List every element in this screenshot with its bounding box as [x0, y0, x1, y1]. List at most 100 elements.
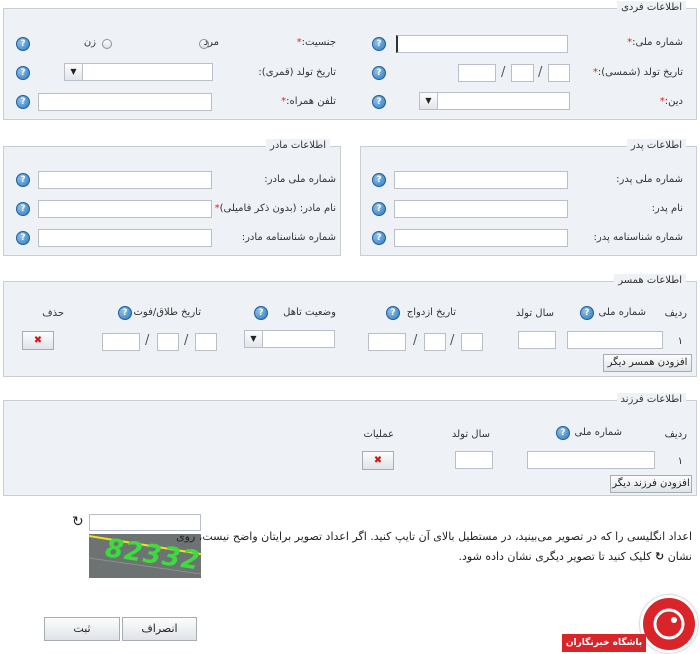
children-col-row: ردیف	[664, 429, 687, 440]
spouse-col-marital-status: وضعیت تاهل	[283, 307, 336, 318]
father-info-legend: اطلاعات پدر	[626, 139, 686, 153]
children-col-actions: عملیات	[363, 429, 394, 440]
help-icon-spouse-national-id[interactable]: ?	[580, 306, 594, 320]
date-separator: /	[184, 333, 189, 348]
help-icon-spouse-marriage-date[interactable]: ?	[386, 306, 400, 320]
mother-name-label: نام مادر: (بدون ذکر فامیلی)*	[214, 203, 336, 214]
help-icon-father-id-card[interactable]: ?	[372, 231, 386, 245]
gender-female-label: زن	[83, 37, 96, 48]
logo-mark-icon	[653, 608, 685, 640]
refresh-icon[interactable]: ↻	[72, 513, 84, 531]
spouse-info-section: اطلاعات همسر	[3, 274, 697, 377]
date-separator: /	[145, 333, 150, 348]
mobile-input[interactable]	[38, 93, 212, 111]
birth-lunar-label: تاریخ تولد (قمری):	[258, 67, 336, 78]
spouse-info-legend: اطلاعات همسر	[614, 274, 686, 288]
mother-name-input[interactable]	[38, 200, 212, 218]
spouse-col-divorce-date: تاریخ طلاق/فوت	[133, 307, 202, 318]
watermark-logo	[640, 595, 698, 653]
religion-label: دین:*	[659, 96, 683, 107]
help-icon-national-id[interactable]: ?	[372, 37, 386, 51]
spouse-row-number: ۱	[677, 336, 683, 347]
children-info-legend: اطلاعات فرزند	[616, 393, 686, 407]
gender-label: جنسیت:*	[296, 37, 336, 48]
spouse-divorce-month-input[interactable]	[157, 333, 179, 351]
help-icon-father-national-id[interactable]: ?	[372, 173, 386, 187]
spouse-col-national-id: شماره ملی	[598, 307, 646, 318]
date-separator: /	[450, 333, 455, 348]
children-national-id-input[interactable]	[527, 451, 655, 469]
spouse-marriage-day-input[interactable]	[461, 333, 483, 351]
help-icon-religion[interactable]: ?	[372, 95, 386, 109]
spouse-divorce-year-input[interactable]	[102, 333, 140, 351]
personal-info-legend: اطلاعات فردی	[617, 1, 686, 15]
help-icon-children-national-id[interactable]: ?	[556, 426, 570, 440]
help-icon-spouse-marital-status[interactable]: ?	[254, 306, 268, 320]
chevron-down-icon: ▼	[420, 93, 438, 109]
spouse-marriage-year-input[interactable]	[368, 333, 406, 351]
chevron-down-icon: ▼	[245, 331, 263, 347]
gender-male-label: مرد	[203, 37, 219, 48]
children-col-birth-year: سال تولد	[451, 429, 490, 440]
help-icon-father-name[interactable]: ?	[372, 202, 386, 216]
mother-national-id-label: شماره ملی مادر:	[264, 174, 336, 185]
watermark-text: باشگاه خبرنگاران	[565, 638, 643, 648]
spouse-delete-button[interactable]: ✖	[22, 331, 54, 350]
mother-id-card-input[interactable]	[38, 229, 212, 247]
mobile-label: تلفن همراه:*	[281, 96, 336, 107]
refresh-icon[interactable]: ↻	[655, 550, 664, 563]
captcha-instruction-line1: اعداد انگلیسی را که در تصویر می‌بینید، د…	[176, 530, 692, 543]
watermark-banner: باشگاه خبرنگاران	[562, 634, 646, 652]
birth-lunar-select[interactable]: ▼	[64, 63, 213, 81]
help-icon-gender[interactable]: ?	[16, 37, 30, 51]
mother-national-id-input[interactable]	[38, 171, 212, 189]
spouse-marriage-month-input[interactable]	[424, 333, 446, 351]
father-id-card-input[interactable]	[394, 229, 568, 247]
help-icon-mother-name[interactable]: ?	[16, 202, 30, 216]
spouse-col-birth-year: سال تولد	[515, 308, 554, 319]
help-icon-birth-lunar[interactable]: ?	[16, 66, 30, 80]
help-icon-spouse-divorce-date[interactable]: ?	[118, 306, 132, 320]
spouse-national-id-input[interactable]	[567, 331, 663, 349]
children-delete-button[interactable]: ✖	[362, 451, 394, 470]
spouse-col-delete: حذف	[42, 308, 64, 319]
help-icon-mobile[interactable]: ?	[16, 95, 30, 109]
date-separator: /	[501, 65, 506, 80]
help-icon-birth-solar[interactable]: ?	[372, 66, 386, 80]
close-icon: ✖	[373, 455, 383, 466]
spouse-divorce-day-input[interactable]	[195, 333, 217, 351]
help-icon-mother-id-card[interactable]: ?	[16, 231, 30, 245]
children-row-number: ۱	[677, 456, 683, 467]
add-spouse-button[interactable]: افزودن همسر دیگر	[603, 354, 692, 372]
add-child-button[interactable]: افزودن فرزند دیگر	[610, 475, 692, 493]
captcha-instruction-line2: نشان ↻ کلیک کنید تا تصویر دیگری نشان داد…	[458, 550, 692, 563]
gender-female-radio[interactable]	[102, 39, 112, 49]
date-separator: /	[538, 65, 543, 80]
spouse-marital-status-select[interactable]: ▼	[244, 330, 335, 348]
national-id-input[interactable]	[396, 35, 568, 53]
father-id-card-label: شماره شناسنامه پدر:	[593, 232, 683, 243]
help-icon-mother-national-id[interactable]: ?	[16, 173, 30, 187]
children-col-national-id: شماره ملی	[574, 427, 622, 438]
chevron-down-icon: ▼	[65, 64, 83, 80]
children-birth-year-input[interactable]	[455, 451, 493, 469]
father-name-input[interactable]	[394, 200, 568, 218]
mother-info-legend: اطلاعات مادر	[266, 139, 330, 153]
national-id-label: شماره ملی:*	[627, 37, 683, 48]
birth-solar-label: تاریخ تولد (شمسی):*	[592, 67, 683, 78]
spouse-birth-year-input[interactable]	[518, 331, 556, 349]
mother-id-card-label: شماره شناسنامه مادر:	[241, 232, 336, 243]
religion-select[interactable]: ▼	[419, 92, 570, 110]
date-separator: /	[413, 333, 418, 348]
spouse-col-marriage-date: تاریخ ازدواج	[406, 307, 456, 318]
birth-solar-year-input[interactable]	[458, 64, 496, 82]
spouse-col-row: ردیف	[664, 308, 687, 319]
close-icon: ✖	[33, 335, 43, 346]
birth-solar-month-input[interactable]	[511, 64, 534, 82]
birth-solar-day-input[interactable]	[548, 64, 570, 82]
father-name-label: نام پدر:	[651, 203, 683, 214]
submit-button[interactable]: ثبت	[44, 617, 120, 641]
cancel-button[interactable]: انصراف	[122, 617, 197, 641]
father-national-id-label: شماره ملی پدر:	[616, 174, 683, 185]
father-national-id-input[interactable]	[394, 171, 568, 189]
